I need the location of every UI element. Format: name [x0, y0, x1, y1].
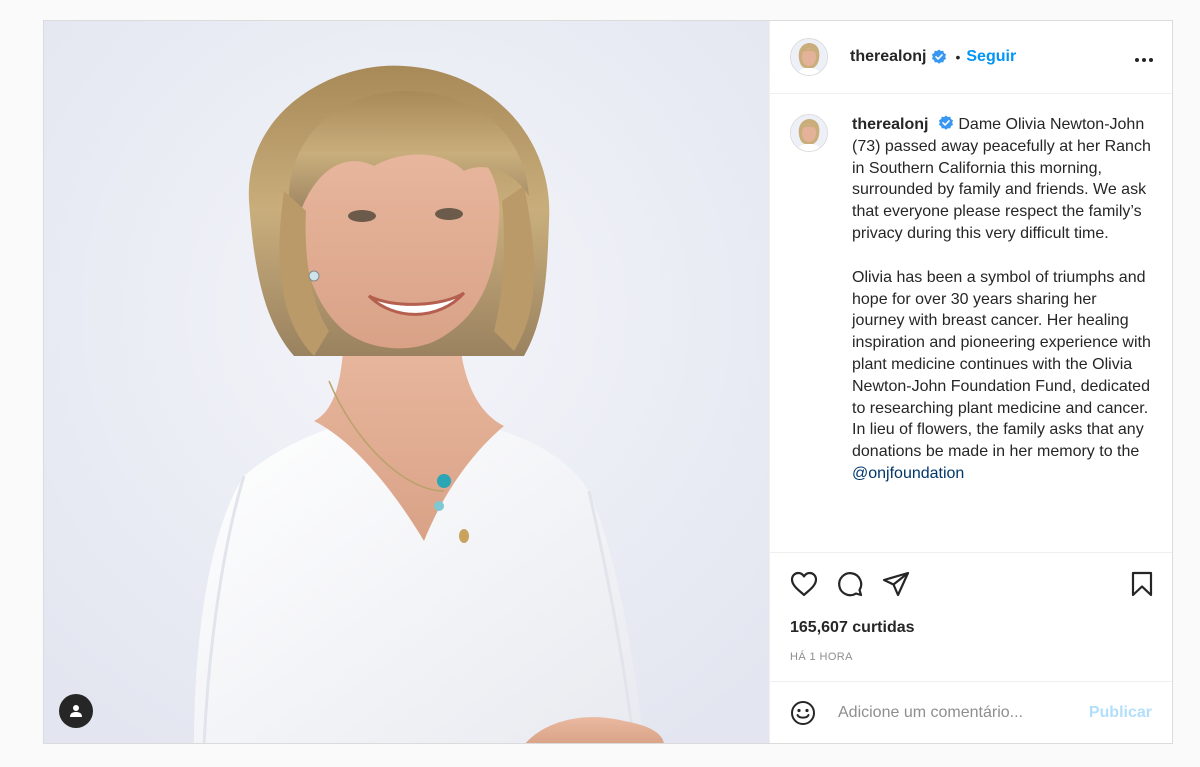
follow-button[interactable]: Seguir: [966, 48, 1016, 66]
comment-bar: Publicar: [770, 681, 1172, 743]
avatar-image: [791, 39, 827, 75]
portrait-photo: [44, 21, 769, 743]
emoji-icon: [791, 700, 815, 725]
user-icon: [70, 705, 82, 717]
caption-text: therealonj Dame Olivia Newton-John (73) …: [852, 114, 1152, 552]
save-button[interactable]: [1130, 571, 1154, 597]
post-sidebar: therealonj • Seguir therealonj Dame Oliv…: [769, 21, 1172, 743]
post-timestamp[interactable]: HÁ 1 HORA: [790, 651, 1154, 663]
mention-link[interactable]: @onjfoundation: [852, 465, 964, 482]
emoji-button[interactable]: [790, 700, 816, 726]
more-icon: [1135, 57, 1153, 62]
action-bar: [790, 569, 1154, 599]
heart-icon: [790, 571, 818, 597]
instagram-post: therealonj • Seguir therealonj Dame Oliv…: [43, 20, 1173, 744]
avatar-image: [791, 115, 827, 151]
post-header: therealonj • Seguir: [770, 21, 1172, 94]
engagement-section: 165,607 curtidas HÁ 1 HORA: [770, 552, 1172, 681]
avatar[interactable]: [790, 38, 828, 76]
comment-button[interactable]: [836, 570, 864, 598]
like-button[interactable]: [790, 571, 818, 597]
bookmark-icon: [1131, 571, 1153, 597]
comment-input[interactable]: [836, 702, 1089, 723]
verified-badge-icon: [938, 115, 954, 131]
separator-dot: •: [955, 49, 961, 65]
share-icon: [882, 571, 910, 597]
more-options-button[interactable]: [1134, 46, 1154, 69]
caption-avatar[interactable]: [790, 114, 828, 152]
verified-badge-icon: [931, 49, 947, 65]
caption-section: therealonj Dame Olivia Newton-John (73) …: [770, 94, 1172, 552]
post-image[interactable]: [44, 21, 769, 743]
caption-username[interactable]: therealonj: [852, 116, 928, 133]
share-button[interactable]: [882, 571, 910, 597]
caption-paragraph-2: Olivia has been a symbol of triumphs and…: [852, 268, 1151, 461]
header-username[interactable]: therealonj: [850, 48, 926, 66]
likes-count[interactable]: 165,607 curtidas: [790, 619, 1154, 637]
caption-paragraph-1: Dame Olivia Newton-John (73) passed away…: [852, 116, 1151, 242]
tagged-users-button[interactable]: [59, 694, 93, 728]
publish-button[interactable]: Publicar: [1089, 704, 1152, 722]
comment-icon: [838, 572, 863, 597]
